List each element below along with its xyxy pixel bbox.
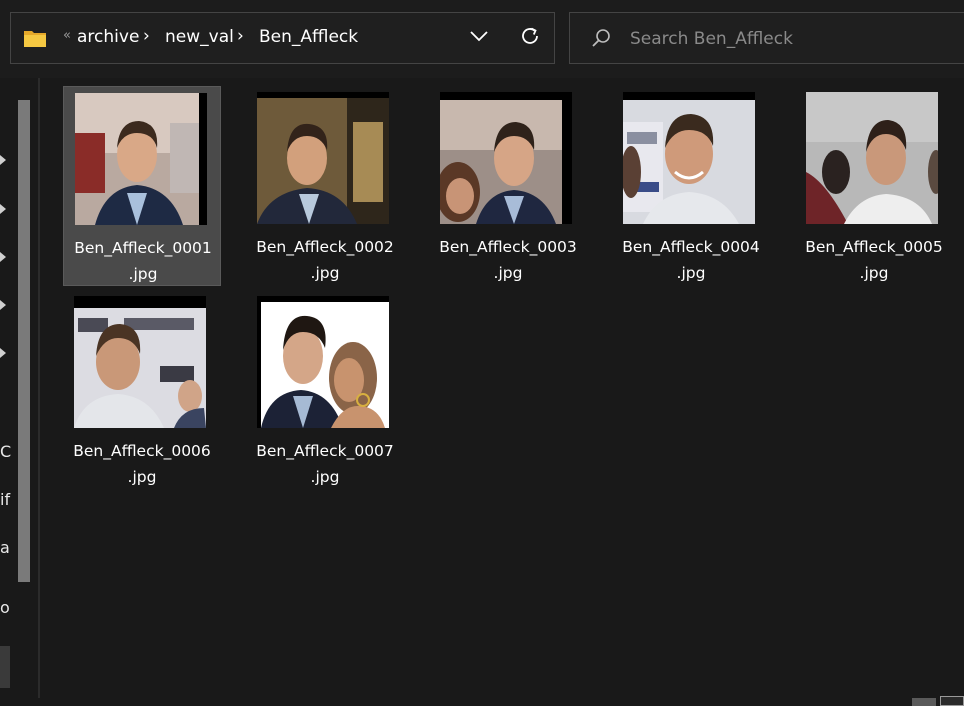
pane-divider[interactable] bbox=[38, 78, 40, 698]
file-item[interactable]: Ben_Affleck_0007 .jpg bbox=[246, 290, 404, 490]
nav-item-label[interactable]: if bbox=[0, 490, 10, 509]
image-thumbnail bbox=[74, 296, 206, 428]
chevron-right-icon[interactable] bbox=[0, 300, 6, 310]
photo-thumbnail-icon bbox=[257, 296, 389, 428]
details-view-button[interactable] bbox=[912, 698, 936, 706]
file-name: Ben_Affleck_0007 .jpg bbox=[246, 438, 404, 490]
photo-thumbnail-icon bbox=[74, 296, 206, 428]
file-name-line: Ben_Affleck_0001 bbox=[74, 239, 212, 257]
chevron-down-icon[interactable] bbox=[469, 29, 489, 43]
photo-thumbnail-icon bbox=[623, 92, 755, 224]
image-thumbnail bbox=[806, 92, 938, 224]
file-item[interactable]: Ben_Affleck_0004 .jpg bbox=[612, 86, 770, 286]
toolbar: « archive › new_val › Ben_Affleck bbox=[0, 0, 964, 78]
file-item[interactable]: Ben_Affleck_0006 .jpg bbox=[63, 290, 221, 490]
image-thumbnail bbox=[257, 92, 389, 224]
file-extension-line: .jpg bbox=[493, 264, 523, 282]
breadcrumb-separator-icon[interactable]: › bbox=[143, 26, 150, 46]
file-name: Ben_Affleck_0005 .jpg bbox=[795, 234, 953, 286]
file-name-line: Ben_Affleck_0003 bbox=[439, 238, 577, 256]
large-icons-view-button[interactable] bbox=[940, 696, 964, 706]
file-extension-line: .jpg bbox=[310, 468, 340, 486]
file-name: Ben_Affleck_0002 .jpg bbox=[246, 234, 404, 286]
file-name: Ben_Affleck_0001 .jpg bbox=[64, 235, 222, 287]
photo-thumbnail-icon bbox=[257, 92, 389, 224]
image-thumbnail bbox=[440, 92, 572, 224]
file-extension-line: .jpg bbox=[310, 264, 340, 282]
search-icon bbox=[592, 29, 610, 47]
nav-item-label[interactable]: o bbox=[0, 598, 10, 617]
nav-item-selected[interactable] bbox=[0, 646, 10, 688]
breadcrumb-separator-icon[interactable]: › bbox=[237, 26, 244, 46]
nav-item-label[interactable]: a bbox=[0, 538, 10, 557]
chevron-right-icon[interactable] bbox=[0, 252, 6, 262]
file-item[interactable]: Ben_Affleck_0003 .jpg bbox=[429, 86, 587, 286]
photo-thumbnail-icon bbox=[75, 93, 207, 225]
file-extension-line: .jpg bbox=[859, 264, 889, 282]
refresh-icon[interactable] bbox=[519, 25, 541, 47]
file-name-line: Ben_Affleck_0004 bbox=[622, 238, 760, 256]
file-extension-line: .jpg bbox=[128, 265, 158, 283]
chevron-right-icon[interactable] bbox=[0, 155, 6, 165]
search-box[interactable] bbox=[569, 12, 964, 64]
breadcrumb-new-val[interactable]: new_val bbox=[165, 27, 234, 47]
file-extension-line: .jpg bbox=[127, 468, 157, 486]
image-thumbnail bbox=[623, 92, 755, 224]
file-name: Ben_Affleck_0006 .jpg bbox=[63, 438, 221, 490]
file-name: Ben_Affleck_0004 .jpg bbox=[612, 234, 770, 286]
chevron-right-icon[interactable] bbox=[0, 348, 6, 358]
file-item[interactable]: Ben_Affleck_0005 .jpg bbox=[795, 86, 953, 286]
file-item[interactable]: Ben_Affleck_0001 .jpg bbox=[63, 86, 221, 286]
chevron-right-icon[interactable] bbox=[0, 204, 6, 214]
navigation-scrollbar-thumb[interactable] bbox=[18, 100, 30, 582]
file-name-line: Ben_Affleck_0006 bbox=[73, 442, 211, 460]
photo-thumbnail-icon bbox=[806, 92, 938, 224]
file-extension-line: .jpg bbox=[676, 264, 706, 282]
file-name: Ben_Affleck_0003 .jpg bbox=[429, 234, 587, 286]
file-name-line: Ben_Affleck_0007 bbox=[256, 442, 394, 460]
image-thumbnail bbox=[257, 296, 389, 428]
file-item[interactable]: Ben_Affleck_0002 .jpg bbox=[246, 86, 404, 286]
search-input[interactable] bbox=[630, 27, 930, 51]
breadcrumb-overflow-button[interactable]: « bbox=[63, 28, 71, 43]
folder-icon bbox=[24, 31, 46, 47]
breadcrumb-ben-affleck[interactable]: Ben_Affleck bbox=[259, 27, 358, 47]
nav-item-label[interactable]: C bbox=[0, 442, 11, 461]
breadcrumb-archive[interactable]: archive bbox=[77, 27, 139, 47]
image-thumbnail bbox=[75, 93, 207, 225]
file-name-line: Ben_Affleck_0002 bbox=[256, 238, 394, 256]
photo-thumbnail-icon bbox=[440, 92, 572, 224]
file-name-line: Ben_Affleck_0005 bbox=[805, 238, 943, 256]
address-bar[interactable]: « archive › new_val › Ben_Affleck bbox=[10, 12, 555, 64]
